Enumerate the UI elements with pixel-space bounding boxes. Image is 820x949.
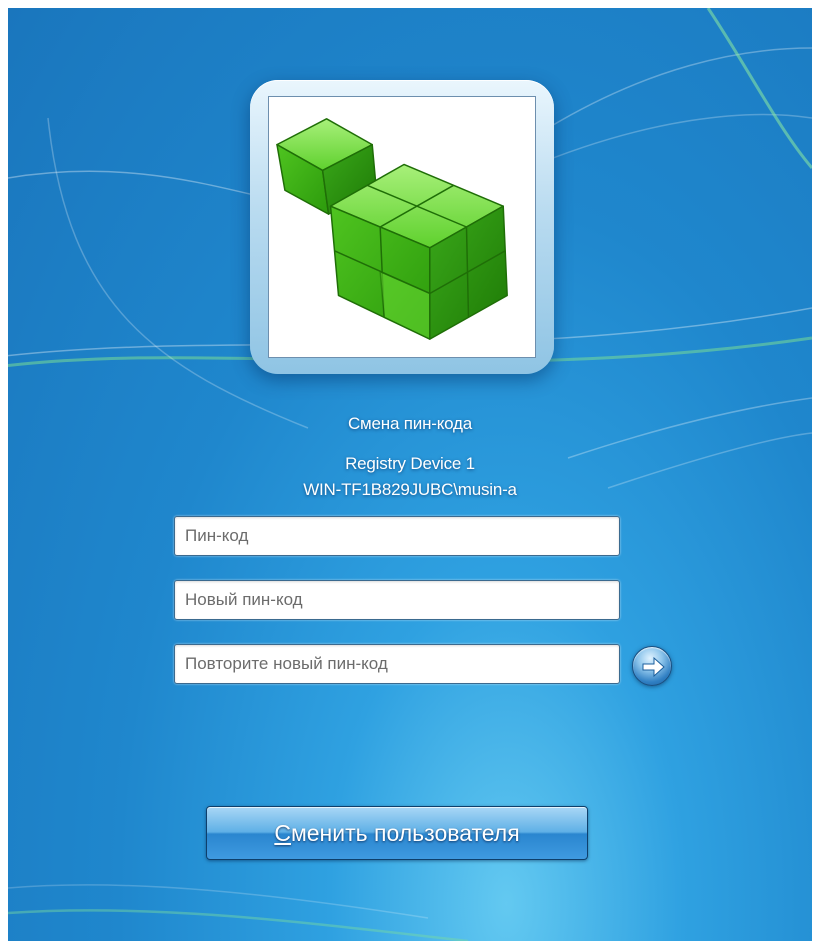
arrow-right-icon — [642, 656, 665, 678]
switch-user-button[interactable]: Сменить пользователя — [206, 806, 588, 860]
repeat-pin-field[interactable] — [174, 644, 620, 684]
user-tile-frame — [250, 80, 554, 374]
switch-user-label: менить пользователя — [290, 819, 520, 846]
registry-cubes-icon — [276, 118, 508, 340]
logon-screen: Смена пин-кода Registry Device 1 WIN-TF1… — [8, 8, 812, 941]
account-name: WIN-TF1B829JUBC\musin-a — [303, 480, 517, 499]
pin-field[interactable] — [174, 516, 620, 556]
device-name: Registry Device 1 — [345, 454, 475, 473]
new-pin-field[interactable] — [174, 580, 620, 620]
login-title: Смена пин-кода — [347, 414, 473, 433]
submit-button[interactable] — [632, 646, 672, 686]
switch-user-mnemonic: С — [274, 819, 291, 846]
user-tile — [268, 96, 536, 358]
